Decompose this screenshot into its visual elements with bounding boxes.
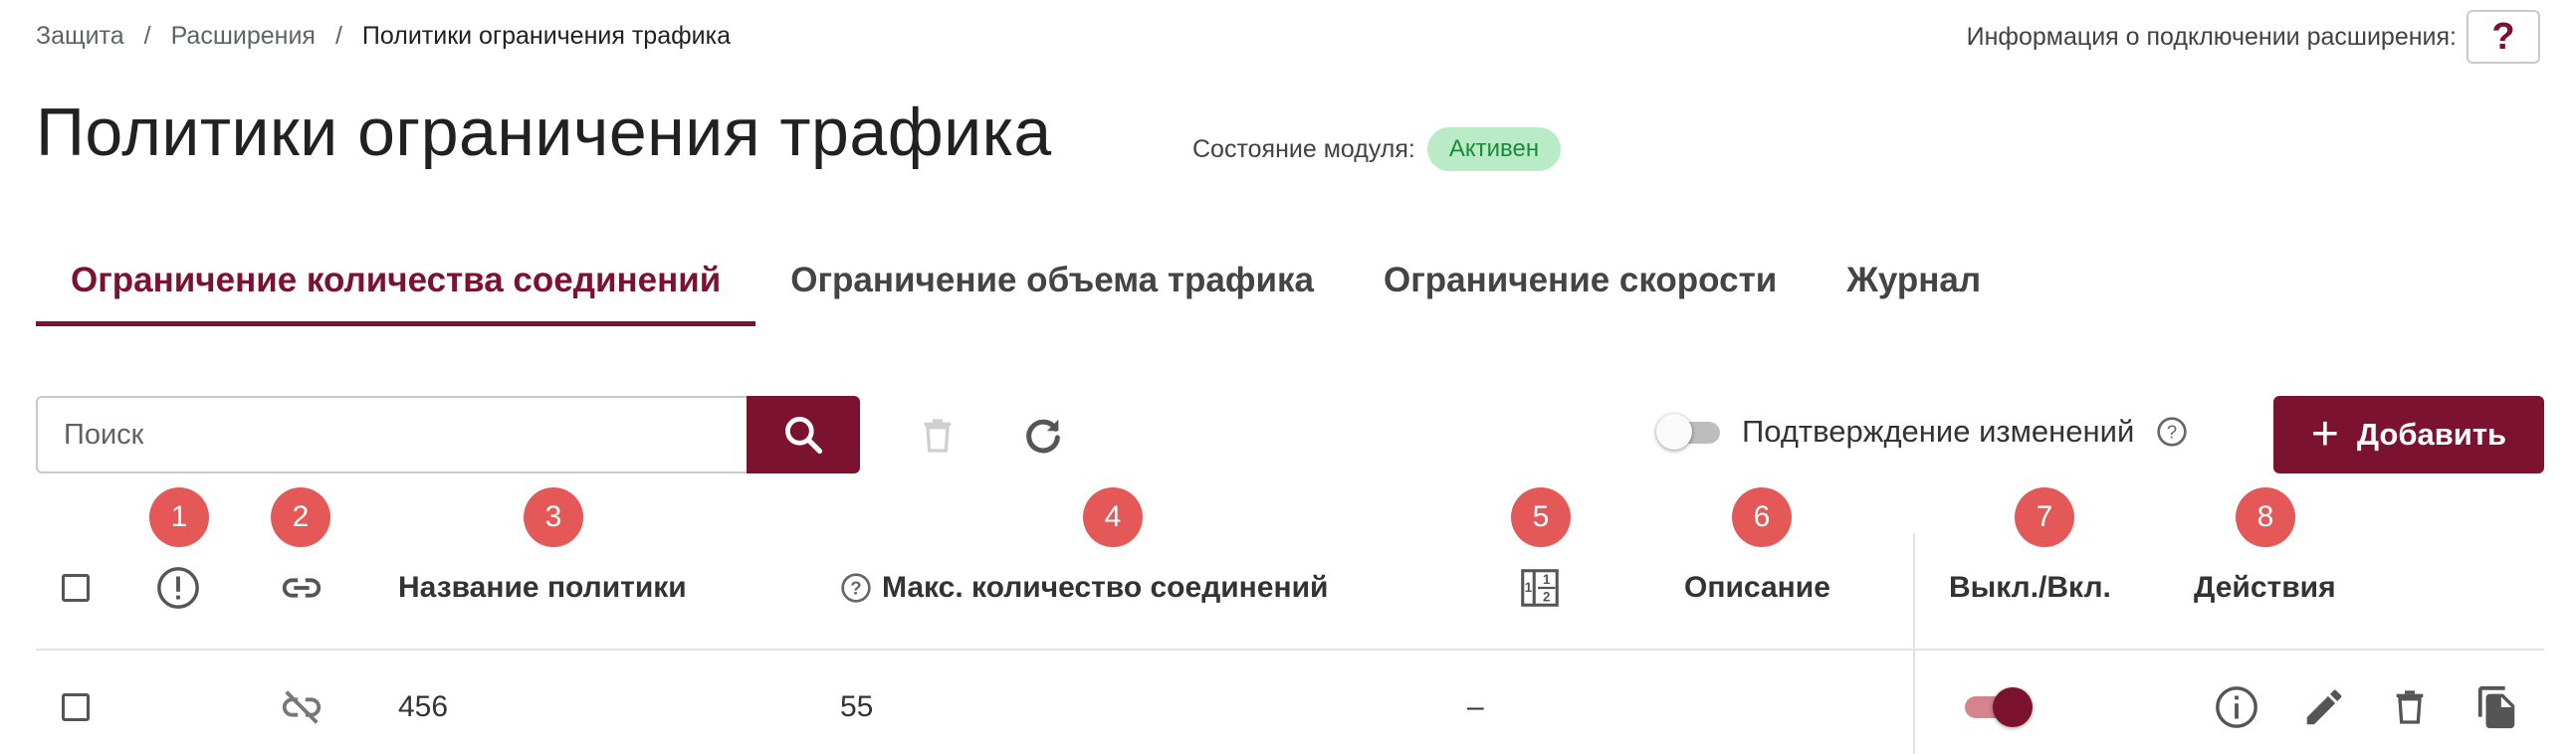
header-order[interactable]: 1 2 1 <box>1517 563 1563 613</box>
marker-1: 1 <box>149 487 209 547</box>
row-order: – <box>1467 690 1484 723</box>
trash-icon <box>924 419 952 453</box>
tab-journal[interactable]: Журнал <box>1812 249 2016 326</box>
header-policy-name[interactable]: Название политики <box>398 563 687 613</box>
link-icon <box>282 578 322 598</box>
svg-text:?: ? <box>850 578 861 599</box>
warning-icon <box>157 567 199 609</box>
edit-icon <box>2306 689 2342 725</box>
refresh-icon <box>1026 419 1060 454</box>
header-warning <box>155 563 201 613</box>
marker-6: 6 <box>1732 487 1792 547</box>
breadcrumb-separator: / <box>143 21 151 50</box>
module-state: Состояние модуля: Активен <box>1192 127 1562 171</box>
module-state-label: Состояние модуля: <box>1192 134 1415 163</box>
row-checkbox[interactable] <box>62 693 90 721</box>
connection-info: Информация о подключении расширения: ? <box>1967 10 2540 64</box>
status-badge: Активен <box>1426 127 1562 171</box>
marker-5: 5 <box>1511 487 1571 547</box>
tab-speed-limit[interactable]: Ограничение скорости <box>1349 249 1812 326</box>
breadcrumb-item-extensions[interactable]: Расширения <box>171 22 316 51</box>
row-enabled-cell <box>1965 682 2033 732</box>
question-circle-icon[interactable]: ? <box>2156 416 2188 448</box>
confirm-changes-label: Подтверждение изменений <box>1742 414 2135 449</box>
header-max-connections-label: Макс. количество соединений <box>882 571 1329 604</box>
select-all-cell <box>62 563 90 613</box>
select-all-checkbox[interactable] <box>62 574 90 602</box>
row-enabled-toggle[interactable] <box>1965 685 2033 729</box>
row-link-cell <box>279 682 324 732</box>
copy-icon <box>2477 685 2515 729</box>
tab-connection-limit[interactable]: Ограничение количества соединений <box>36 249 756 326</box>
header-actions: Действия <box>2194 571 2336 604</box>
svg-text:?: ? <box>2167 422 2177 443</box>
tab-traffic-volume[interactable]: Ограничение объема трафика <box>755 249 1349 326</box>
row-divider <box>36 649 2544 651</box>
search-input[interactable] <box>36 396 747 473</box>
svg-text:2: 2 <box>1543 589 1550 604</box>
svg-text:1: 1 <box>1543 572 1551 587</box>
search-bar <box>36 396 860 473</box>
row-policy-name: 456 <box>398 690 449 723</box>
row-max-connections: 55 <box>840 690 874 723</box>
info-icon <box>2216 686 2257 728</box>
header-enabled[interactable]: Выкл./Вкл. <box>1949 563 2111 613</box>
header-max-connections[interactable]: ? Макс. количество соединений <box>840 563 1329 613</box>
add-button[interactable]: + Добавить <box>2273 396 2544 473</box>
svg-text:1: 1 <box>1525 580 1533 595</box>
question-circle-icon: ? <box>841 573 871 603</box>
delete-button[interactable] <box>2383 680 2437 734</box>
breadcrumb: Защита / Расширения / Политики ограничен… <box>36 18 731 54</box>
confirm-changes-toggle[interactable] <box>1656 412 1720 452</box>
marker-8: 8 <box>2236 487 2295 547</box>
connection-info-label: Информация о подключении расширения: <box>1966 22 2457 51</box>
header-description[interactable]: Описание <box>1684 563 1830 613</box>
order-icon: 1 2 1 <box>1521 569 1559 607</box>
search-icon <box>785 417 823 455</box>
marker-2: 2 <box>271 487 330 547</box>
header-link <box>279 563 324 613</box>
unlink-icon <box>282 690 322 724</box>
table-row <box>62 682 90 732</box>
page-title: Политики ограничения трафика <box>36 94 1052 170</box>
copy-button[interactable] <box>2470 680 2524 734</box>
marker-3: 3 <box>524 487 583 547</box>
breadcrumb-item-current: Политики ограничения трафика <box>361 21 732 50</box>
search-button[interactable] <box>747 396 860 473</box>
add-button-label: Добавить <box>2356 417 2507 452</box>
info-button[interactable] <box>2210 680 2263 734</box>
column-divider <box>1913 533 1915 754</box>
plus-icon: + <box>2310 408 2339 461</box>
delete-icon <box>2396 690 2424 724</box>
marker-4: 4 <box>1083 487 1143 547</box>
refresh-button[interactable] <box>1015 408 1071 464</box>
marker-7: 7 <box>2015 487 2074 547</box>
connection-help-button[interactable]: ? <box>2467 10 2540 64</box>
confirm-changes: Подтверждение изменений ? <box>1656 412 2188 452</box>
edit-button[interactable] <box>2297 680 2351 734</box>
bulk-delete-button[interactable] <box>910 408 966 464</box>
breadcrumb-separator: / <box>334 21 342 50</box>
tab-bar: Ограничение количества соединений Ограни… <box>36 249 2016 326</box>
breadcrumb-item-protection[interactable]: Защита <box>36 22 124 51</box>
